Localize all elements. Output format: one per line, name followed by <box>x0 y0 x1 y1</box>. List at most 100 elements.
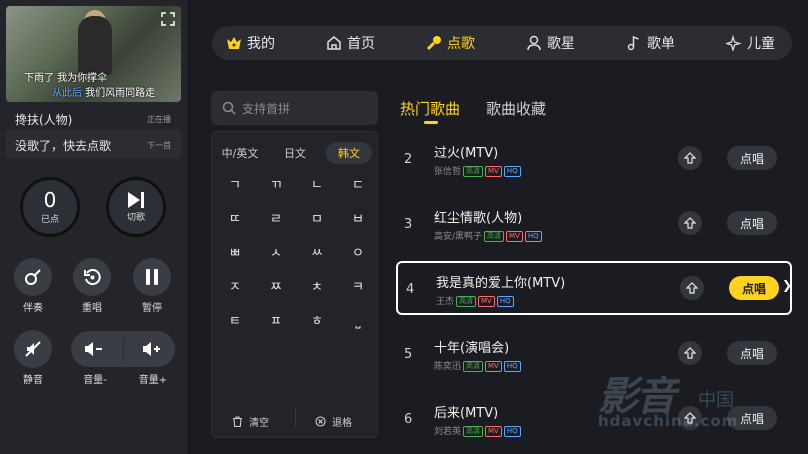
nav-order-songs[interactable]: 点歌 <box>426 26 475 60</box>
nav-playlist-label: 歌单 <box>647 36 675 52</box>
tab-hot-songs[interactable]: 热门歌曲 <box>400 98 460 119</box>
song-meta: 王杰 高清 MV HQ <box>436 294 514 307</box>
crown-icon <box>227 37 241 49</box>
order-song-button[interactable]: 点唱 <box>727 146 777 170</box>
guitar-icon <box>25 269 41 285</box>
kb-tab-japanese[interactable]: 日文 <box>274 142 316 164</box>
watermark-sub: 中国 <box>698 390 734 411</box>
fullscreen-icon[interactable] <box>161 12 175 26</box>
quality-badge: HQ <box>503 361 521 372</box>
nav-home[interactable]: 首页 <box>326 26 375 60</box>
key-11[interactable]: ㅇ <box>343 244 373 264</box>
quality-badge: HQ <box>524 231 542 242</box>
nav-kids[interactable]: 儿童 <box>726 26 775 60</box>
quality-badge: 高清 <box>463 426 484 437</box>
key-16[interactable]: ㅌ <box>220 312 250 332</box>
ordered-count: 0 <box>43 188 57 212</box>
mute-button[interactable] <box>14 330 52 368</box>
lyric-line-1: 下雨了 我为你撑伞 <box>24 73 108 84</box>
pin-top-button[interactable] <box>678 146 702 170</box>
quality-badge: HQ <box>503 166 521 177</box>
key-9[interactable]: ㅅ <box>261 244 291 264</box>
song-meta: 张信哲 高清 MV HQ <box>434 164 521 177</box>
key-7[interactable]: ㅂ <box>343 210 373 230</box>
key-3[interactable]: ㄷ <box>343 176 373 196</box>
mute-icon <box>25 341 41 357</box>
clear-label: 清空 <box>249 418 269 429</box>
key-17[interactable]: ㅍ <box>261 312 291 332</box>
order-song-button[interactable]: 点唱 <box>729 276 779 300</box>
volume-up-icon <box>143 342 160 356</box>
quality-badge: MV <box>485 426 502 437</box>
accompany-button[interactable] <box>14 258 52 296</box>
pin-top-button[interactable] <box>678 341 702 365</box>
song-row[interactable]: 4 我是真的爱上你(MTV) 王杰 高清 MV HQ 点唱 ❯ <box>396 261 792 315</box>
skip-label: 切歌 <box>126 213 145 223</box>
tab-favorites[interactable]: 歌曲收藏 <box>486 98 546 119</box>
clear-button[interactable]: 清空 <box>232 414 269 429</box>
quality-badge: 高清 <box>456 296 477 307</box>
lyric-rest: 我们风雨同路走 <box>82 88 156 99</box>
key-8[interactable]: ㅃ <box>220 244 250 264</box>
pin-top-button[interactable] <box>680 276 704 300</box>
watermark-url: hdavchina.com <box>598 412 739 430</box>
key-18[interactable]: ㅎ <box>302 312 332 332</box>
backspace-button[interactable]: 退格 <box>315 414 352 429</box>
ordered-count-button[interactable]: 0 已点 <box>20 177 80 237</box>
key-0[interactable]: ㄱ <box>220 176 250 196</box>
key-4[interactable]: ㄸ <box>220 210 250 230</box>
watermark: 影音 中国 hdavchina.com <box>598 364 808 454</box>
order-song-button[interactable]: 点唱 <box>727 341 777 365</box>
skip-song-button[interactable]: 切歌 <box>106 177 166 237</box>
volume-down-button[interactable] <box>83 340 103 362</box>
nav-mine[interactable]: 我的 <box>226 26 275 60</box>
song-row[interactable]: 3 红尘情歌(人物) 高安/黑鸭子 高清 MV HQ 点唱 <box>396 196 792 250</box>
pause-icon <box>146 269 158 285</box>
song-artist: 陈奕迅 <box>434 362 462 372</box>
current-status: 正在播 <box>147 115 171 124</box>
song-artist: 刘若英 <box>434 427 462 437</box>
key-13[interactable]: ㅉ <box>261 278 291 298</box>
nav-home-label: 首页 <box>347 36 375 52</box>
left-panel: 下雨了 我为你撑伞 从此后 我们风雨同路走 搀扶(人物) 正在播 没歌了，快去点… <box>0 0 187 454</box>
arrow-up-icon <box>684 152 696 164</box>
song-meta: 陈奕迅 高清 MV HQ <box>434 359 521 372</box>
key-19[interactable]: ⎵ <box>343 312 373 332</box>
home-icon <box>327 36 341 50</box>
replay-label: 重唱 <box>82 303 102 314</box>
pause-button[interactable] <box>133 258 171 296</box>
ordered-label: 已点 <box>40 215 59 225</box>
key-5[interactable]: ㄹ <box>261 210 291 230</box>
accompany-label: 伴奏 <box>23 303 43 314</box>
skip-icon <box>128 192 144 208</box>
kb-tab-korean[interactable]: 韩文 <box>326 142 372 164</box>
pin-top-button[interactable] <box>678 211 702 235</box>
video-preview[interactable]: 下雨了 我为你撑伞 从此后 我们风雨同路走 <box>6 6 181 102</box>
nav-singer[interactable]: 歌星 <box>526 26 575 60</box>
replay-icon <box>84 269 101 286</box>
next-status: 下一首 <box>147 141 171 150</box>
song-row[interactable]: 2 过火(MTV) 张信哲 高清 MV HQ 点唱 <box>396 131 792 185</box>
song-index: 5 <box>404 347 413 362</box>
song-title: 红尘情歌(人物) <box>434 211 523 226</box>
song-index: 6 <box>404 412 413 427</box>
key-2[interactable]: ㄴ <box>302 176 332 196</box>
key-1[interactable]: ㄲ <box>261 176 291 196</box>
key-15[interactable]: ㅋ <box>343 278 373 298</box>
nav-playlist[interactable]: 歌单 <box>626 26 675 60</box>
key-14[interactable]: ㅊ <box>302 278 332 298</box>
replay-button[interactable] <box>73 258 111 296</box>
search-box[interactable]: 支持首拼 <box>211 91 378 125</box>
search-placeholder: 支持首拼 <box>242 102 291 116</box>
quality-badge: 高清 <box>484 231 505 242</box>
order-song-button[interactable]: 点唱 <box>727 211 777 235</box>
volume-up-button[interactable] <box>141 340 161 362</box>
key-10[interactable]: ㅆ <box>302 244 332 264</box>
key-6[interactable]: ㅁ <box>302 210 332 230</box>
trash-icon <box>233 416 242 427</box>
key-12[interactable]: ㅈ <box>220 278 250 298</box>
lyric-line-2: 从此后 我们风雨同路走 <box>52 84 155 99</box>
arrow-up-icon <box>686 282 698 294</box>
kb-tab-cn-en[interactable]: 中/英文 <box>217 142 263 164</box>
quality-badge: HQ <box>503 426 521 437</box>
